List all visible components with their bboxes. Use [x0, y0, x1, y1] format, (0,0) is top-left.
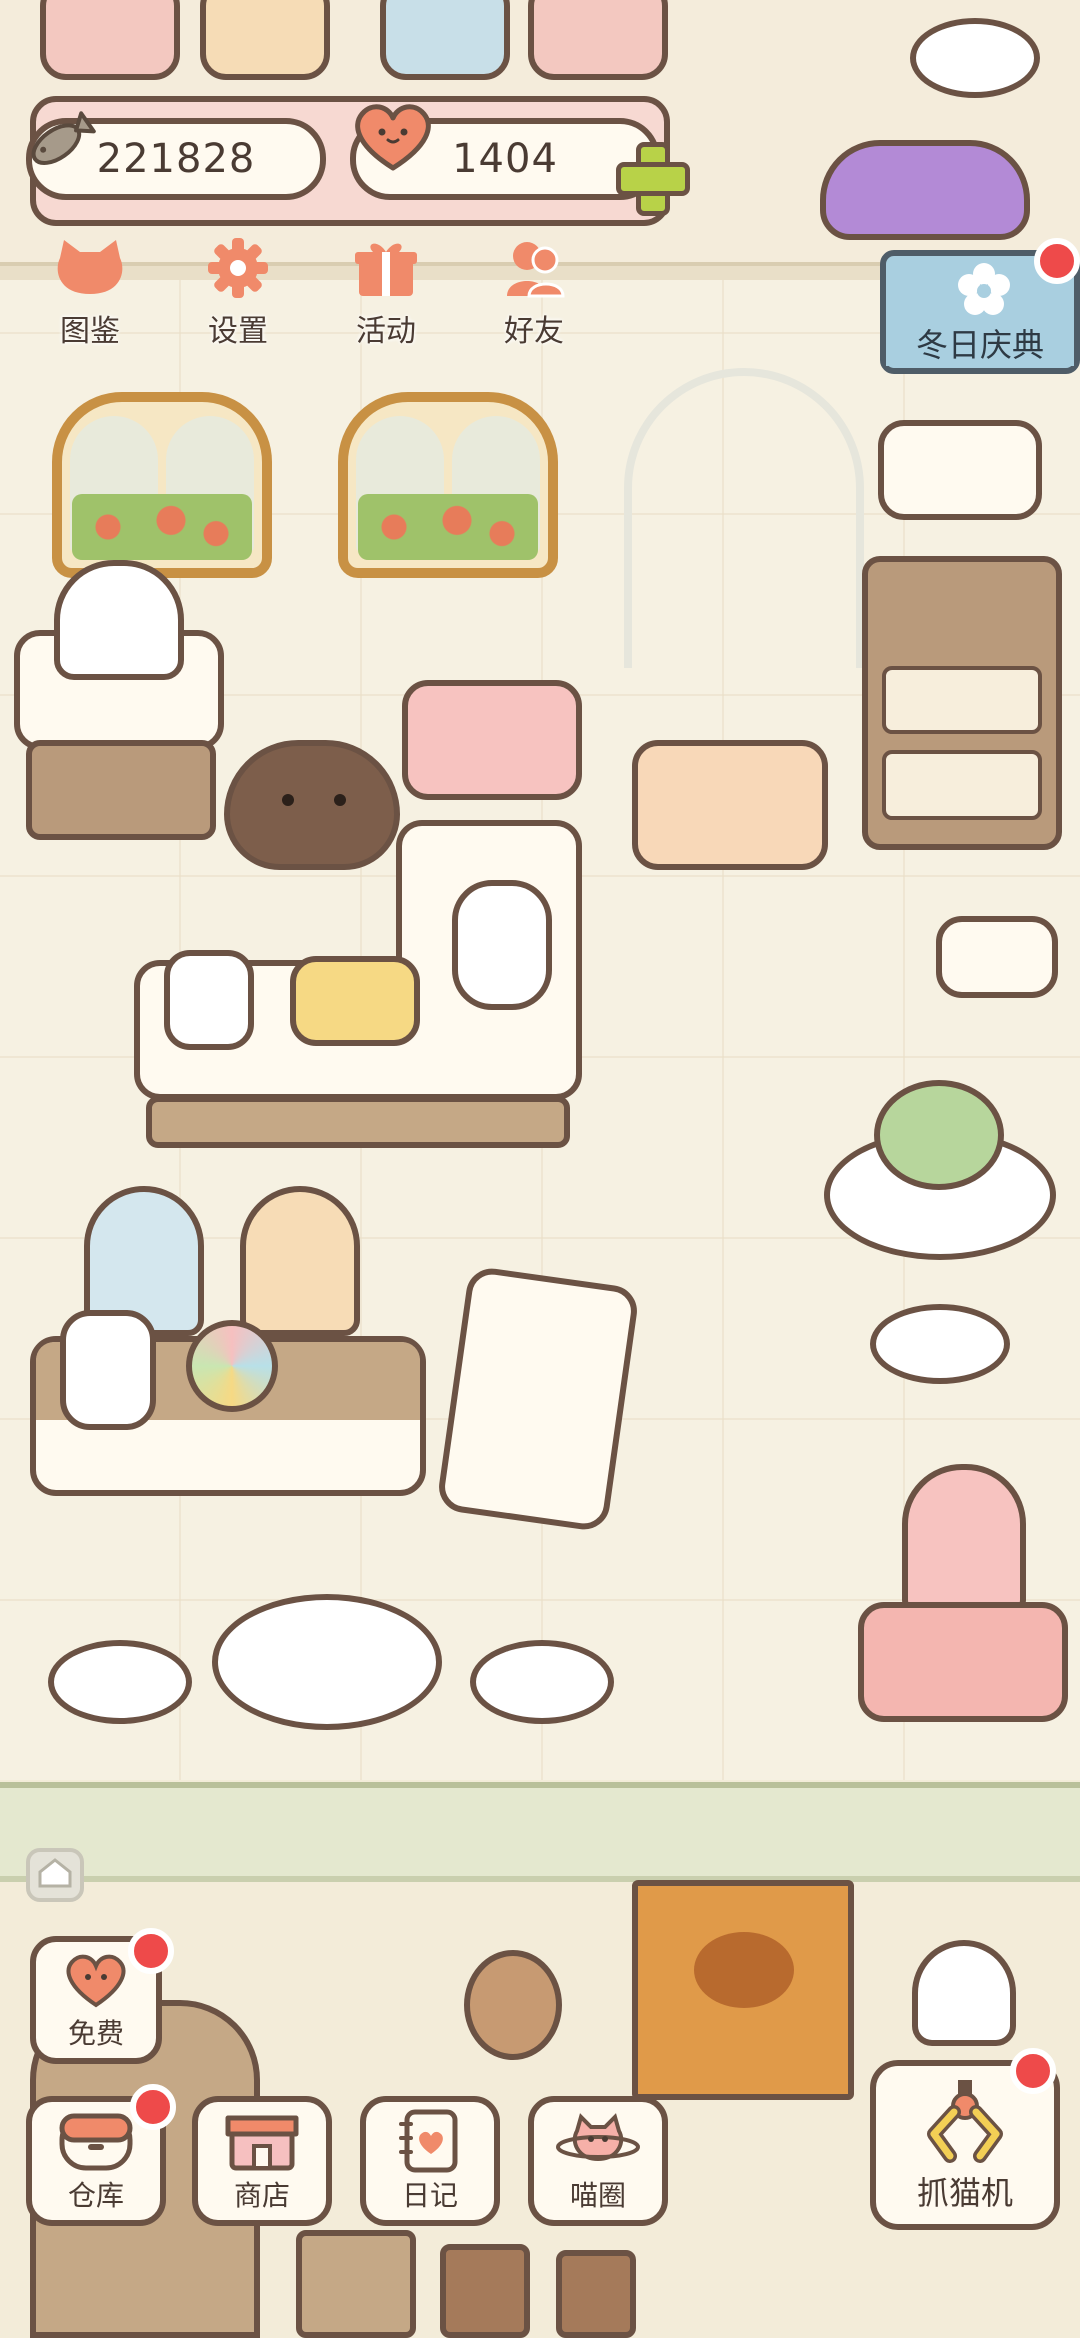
- potted-plant[interactable]: [164, 950, 254, 1050]
- collection-button[interactable]: 图鉴: [30, 236, 150, 350]
- topiary-plant[interactable]: [874, 1080, 1004, 1190]
- shop-label: 商店: [233, 2179, 290, 2212]
- events-button[interactable]: 活动: [326, 236, 446, 350]
- meow-circle-button[interactable]: 喵圈: [528, 2096, 668, 2226]
- home-icon: [38, 1858, 72, 1888]
- wall-rail: [0, 1782, 1080, 1882]
- heart-face-icon: [348, 96, 438, 176]
- onigiri-decor[interactable]: [912, 1940, 1016, 2046]
- diary-label: 日记: [401, 2179, 458, 2212]
- settings-label: 设置: [208, 314, 268, 349]
- left-counter-base[interactable]: [26, 740, 216, 840]
- teacup-decor[interactable]: [910, 18, 1040, 98]
- diary-icon: [387, 2108, 473, 2174]
- flower-pot[interactable]: [556, 2250, 636, 2338]
- seat-top-2[interactable]: [200, 0, 330, 80]
- meow-circle-label: 喵圈: [569, 2179, 626, 2212]
- wall-arch: [624, 368, 864, 668]
- chair-peach[interactable]: [240, 1186, 360, 1336]
- seat-top-3[interactable]: [380, 0, 510, 80]
- flower-sign[interactable]: [878, 420, 1042, 520]
- seat-top-4[interactable]: [528, 0, 668, 80]
- menu-board[interactable]: [435, 1265, 641, 1533]
- friends-label: 好友: [504, 314, 564, 349]
- heart-currency-value: 1404: [452, 136, 558, 182]
- diary-button[interactable]: 日记: [360, 2096, 500, 2226]
- claw-icon: [920, 2078, 1010, 2168]
- box-icon: [53, 2108, 139, 2174]
- claw-machine-label: 抓猫机: [916, 2174, 1013, 2212]
- acorn-decor[interactable]: [464, 1950, 562, 2060]
- fish-currency-value: 221828: [96, 136, 256, 182]
- lower-drawer[interactable]: [296, 2230, 416, 2338]
- friends-icon: [496, 236, 572, 300]
- flower-icon: [956, 262, 1012, 318]
- collection-label: 图鉴: [60, 314, 120, 349]
- claw-machine-notification-badge: [1010, 2048, 1056, 2094]
- chair-pink[interactable]: [902, 1464, 1026, 1614]
- round-table-center[interactable]: [212, 1594, 442, 1730]
- stool-right[interactable]: [870, 1304, 1010, 1384]
- stool-left[interactable]: [48, 1640, 192, 1724]
- events-label: 活动: [356, 314, 416, 349]
- free-notification-badge: [128, 1928, 174, 1974]
- candy-jar[interactable]: [452, 880, 552, 1010]
- window-right: [338, 392, 558, 578]
- pink-cushion-chair[interactable]: [402, 680, 582, 800]
- heart-face-icon: [53, 1946, 139, 2012]
- seat-top-1[interactable]: [40, 0, 180, 80]
- main-counter-base[interactable]: [146, 1096, 570, 1148]
- stool-center[interactable]: [470, 1640, 614, 1724]
- home-button[interactable]: [26, 1848, 84, 1902]
- fish-icon: [18, 108, 98, 178]
- event-notification-badge: [1034, 238, 1080, 284]
- gift-icon: [348, 236, 424, 300]
- warehouse-notification-badge: [130, 2084, 176, 2130]
- shop-button[interactable]: 商店: [192, 2096, 332, 2226]
- lollipop-decor[interactable]: [186, 1320, 278, 1412]
- gumball-machine[interactable]: [54, 560, 184, 680]
- window-left: [52, 392, 272, 578]
- striped-hat-decor[interactable]: [820, 140, 1030, 240]
- gear-icon: [200, 236, 276, 300]
- strawberry-jar[interactable]: [60, 1310, 156, 1430]
- display-cabinet[interactable]: [862, 556, 1062, 850]
- friends-button[interactable]: 好友: [474, 236, 594, 350]
- warehouse-label: 仓库: [67, 2179, 124, 2212]
- settings-button[interactable]: 设置: [178, 236, 298, 350]
- free-label: 免费: [67, 2017, 124, 2050]
- cat-head-icon: [52, 236, 128, 300]
- music-stand[interactable]: [936, 916, 1058, 998]
- shop-icon: [219, 2108, 305, 2174]
- cat-planet-icon: [555, 2108, 641, 2174]
- cat-character[interactable]: [224, 740, 400, 870]
- telephone[interactable]: [290, 956, 420, 1046]
- add-currency-button[interactable]: [616, 142, 690, 216]
- pumpkin-curtain[interactable]: [632, 1880, 854, 2100]
- flower-rug[interactable]: [632, 740, 828, 870]
- winter-festival-label: 冬日庆典: [886, 320, 1074, 366]
- pink-side-table[interactable]: [858, 1602, 1068, 1722]
- cactus-pot[interactable]: [440, 2244, 530, 2338]
